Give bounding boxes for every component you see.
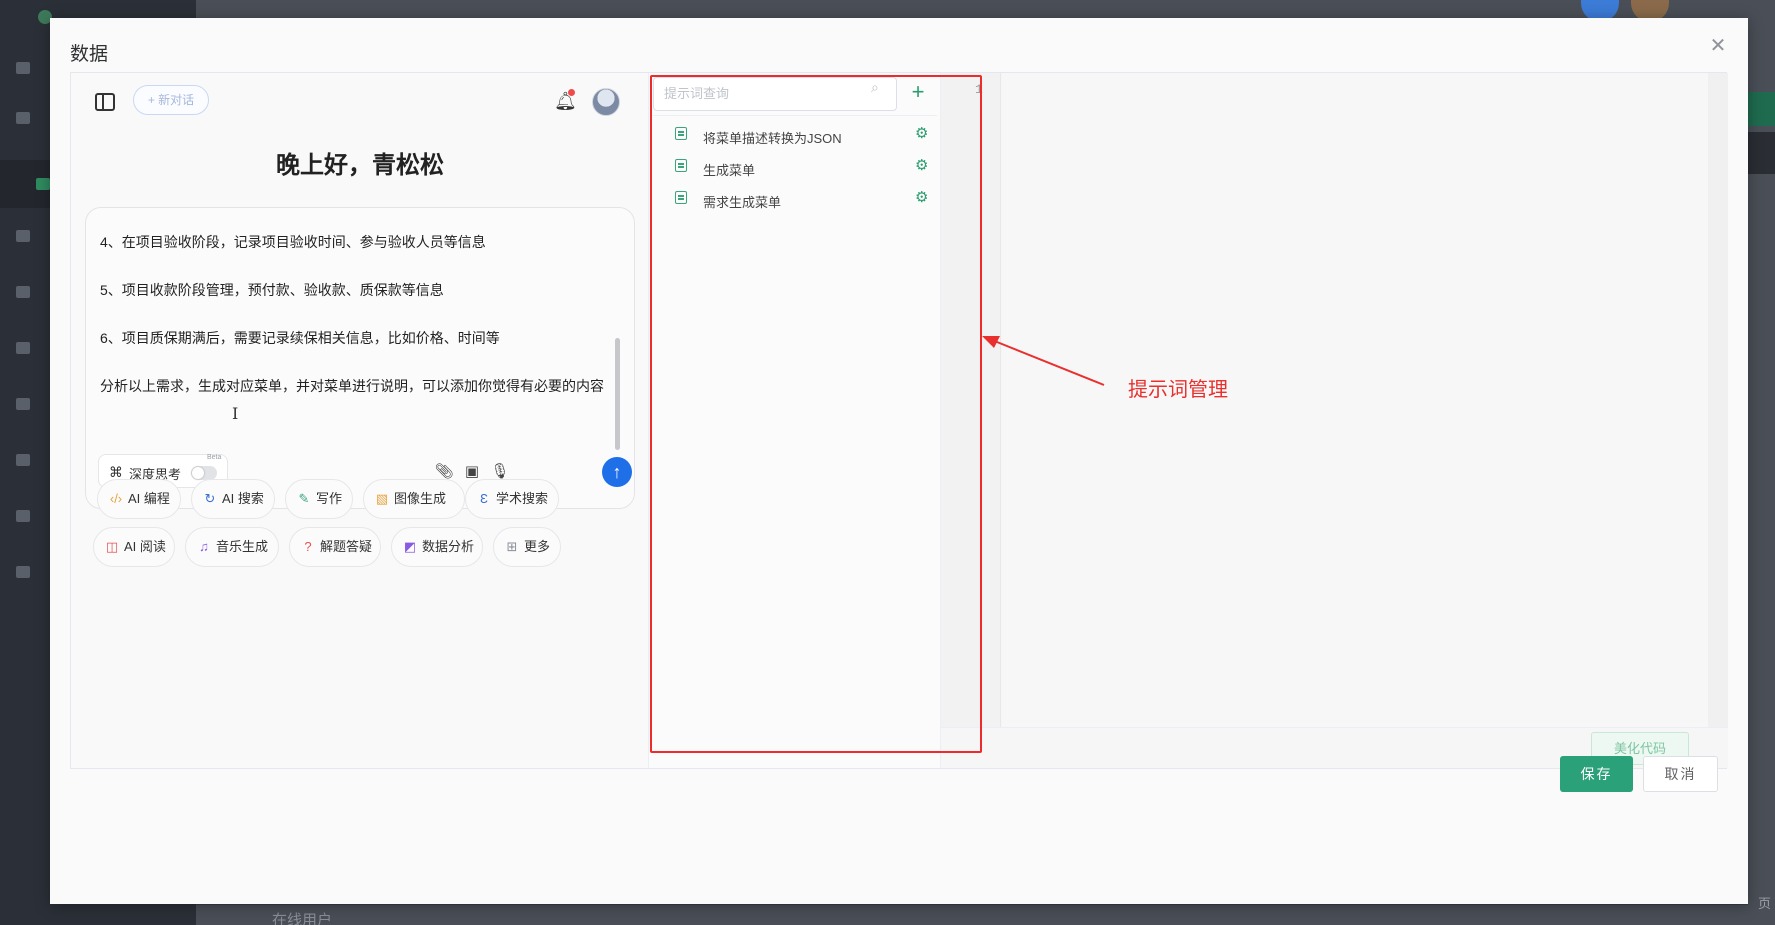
feature-chip[interactable]: ◩ 数据分析 (391, 527, 483, 567)
message-line: 4、在项目验收阶段，记录项目验收时间、参与验收人员等信息 (100, 234, 486, 250)
prompt-item[interactable]: 生成菜单 ⚙ (649, 151, 941, 185)
background-menu-icon (16, 112, 30, 124)
editor-gutter: 1 (941, 73, 1001, 727)
feature-chip-label: AI 编程 (128, 491, 170, 506)
prompt-management-panel: 提示词查询 ⌕ + 将菜单描述转换为JSON ⚙ 生成菜单 ⚙ 需求生成菜单 ⚙ (649, 73, 941, 768)
sidebar-toggle-icon[interactable] (95, 93, 115, 111)
gear-icon[interactable]: ⚙ (915, 156, 928, 174)
code-icon: ‹/› (109, 491, 123, 506)
close-icon[interactable]: ✕ (1706, 34, 1730, 58)
prompt-item-label: 需求生成菜单 (703, 195, 782, 210)
prompt-item[interactable]: 将菜单描述转换为JSON ⚙ (649, 119, 941, 153)
input-scrollbar[interactable] (615, 338, 620, 450)
feature-chip-label: 解题答疑 (320, 539, 373, 554)
message-line: 6、项目质保期满后，需要记录续保相关信息，比如价格、时间等 (100, 330, 500, 346)
annotation-label: 提示词管理 (1128, 379, 1228, 401)
feature-chip[interactable]: Ɛ 学术搜索 (465, 479, 559, 519)
add-prompt-button[interactable]: + (905, 79, 931, 105)
background-online-users: 在线用户 (272, 912, 333, 925)
gear-icon[interactable]: ⚙ (915, 124, 928, 142)
search-icon: ↻ (204, 491, 216, 506)
prompt-item-label: 将菜单描述转换为JSON (703, 131, 842, 146)
feature-chip[interactable]: ↻ AI 搜索 (191, 479, 275, 519)
background-dark-button (1748, 132, 1775, 174)
book-icon: ◫ (105, 539, 119, 554)
dialog-title: 数据 (70, 44, 109, 65)
background-bag-icon (16, 454, 30, 466)
background-monitor-icon (16, 230, 30, 242)
background-file-icon (16, 566, 30, 578)
feature-chip-label: 图像生成 (394, 491, 447, 506)
greeting-title: 晚上好，青松松 (276, 152, 444, 179)
music-icon: ♫ (199, 539, 209, 554)
background-send-icon (16, 398, 30, 410)
ai-chat-panel: + 新对话 🔔︎ 晚上好，青松松 4、在项目验收阶段，记录项目验收时间、参与验收… (71, 73, 649, 768)
text-cursor-icon: I (232, 404, 239, 423)
document-icon (675, 127, 687, 140)
new-chat-button[interactable]: + 新对话 (133, 85, 209, 115)
dialog-header: 数据 ✕ (50, 18, 1748, 72)
pen-icon: ✎ (298, 491, 310, 506)
feature-chip[interactable]: ⊞ 更多 (493, 527, 561, 567)
send-button[interactable]: ↑ (602, 457, 632, 487)
feature-chip-label: 更多 (524, 539, 551, 554)
document-icon (675, 191, 687, 204)
background-dashboard-icon (16, 62, 30, 74)
message-line: 5、项目收款阶段管理，预付款、验收款、质保款等信息 (100, 282, 444, 298)
editor-textarea[interactable] (1002, 73, 1708, 727)
background-bottom-bar (196, 905, 1775, 925)
background-topbar (196, 0, 1775, 18)
deep-think-switch[interactable] (191, 466, 217, 480)
data-dialog: 数据 ✕ + 新对话 🔔︎ 晚上好，青松松 4、在项目验收阶段，记录项目验收时间… (50, 18, 1748, 904)
feature-chip-label: AI 搜索 (222, 491, 264, 506)
background-page-label: 页 (1757, 896, 1771, 911)
editor-scrollbar[interactable] (1708, 73, 1728, 727)
notification-dot (568, 89, 575, 96)
background-gear-icon (16, 286, 30, 298)
prompt-item[interactable]: 需求生成菜单 ⚙ (649, 183, 941, 217)
document-icon (675, 159, 687, 172)
prompt-divider (653, 115, 937, 116)
feature-chip-label: 写作 (316, 491, 343, 506)
feature-chip-label: AI 阅读 (124, 539, 166, 554)
feature-chip[interactable]: ▧ 图像生成 (363, 479, 465, 519)
grid-icon: ⊞ (506, 539, 518, 554)
background-doc-icon (16, 510, 30, 522)
feature-chip[interactable]: ? 解题答疑 (289, 527, 381, 567)
image-icon: ▧ (375, 491, 389, 506)
save-button[interactable]: 保存 (1560, 756, 1633, 792)
feature-chip-label: 数据分析 (422, 539, 475, 554)
question-icon: ? (304, 539, 312, 554)
feature-chip[interactable]: ◫ AI 阅读 (93, 527, 175, 567)
chat-input-card[interactable]: 4、在项目验收阶段，记录项目验收时间、参与验收人员等信息 5、项目收款阶段管理，… (85, 207, 635, 509)
feature-chip[interactable]: ‹/› AI 编程 (97, 479, 181, 519)
prompt-item-label: 生成菜单 (703, 163, 756, 178)
prompt-search-input[interactable]: 提示词查询 (653, 77, 897, 111)
chart-icon: ◩ (403, 539, 417, 554)
chat-input-text[interactable]: 4、在项目验收阶段，记录项目验收时间、参与验收人员等信息 5、项目收款阶段管理，… (100, 230, 616, 398)
feature-chip-label: 学术搜索 (496, 491, 549, 506)
background-chart-icon (16, 342, 30, 354)
feature-chip-label: 音乐生成 (216, 539, 269, 554)
feature-chip[interactable]: ♫ 音乐生成 (185, 527, 279, 567)
search-icon[interactable]: ⌕ (871, 79, 879, 96)
gear-icon[interactable]: ⚙ (915, 188, 928, 206)
feature-chip[interactable]: ✎ 写作 (285, 479, 353, 519)
beta-badge: Beta (207, 454, 222, 461)
cancel-button[interactable]: 取消 (1643, 756, 1718, 792)
avatar[interactable] (592, 88, 620, 116)
code-editor: 1 美化代码 (941, 73, 1728, 768)
background-green-button (1748, 92, 1775, 126)
dialog-content: + 新对话 🔔︎ 晚上好，青松松 4、在项目验收阶段，记录项目验收时间、参与验收… (70, 72, 1728, 769)
message-line: 分析以上需求，生成对应菜单，并对菜单进行说明，可以添加你觉得有必要的内容 (100, 378, 604, 394)
academic-icon: Ɛ (480, 491, 488, 506)
background-table-icon (36, 178, 50, 190)
line-number: 1 (975, 82, 983, 97)
